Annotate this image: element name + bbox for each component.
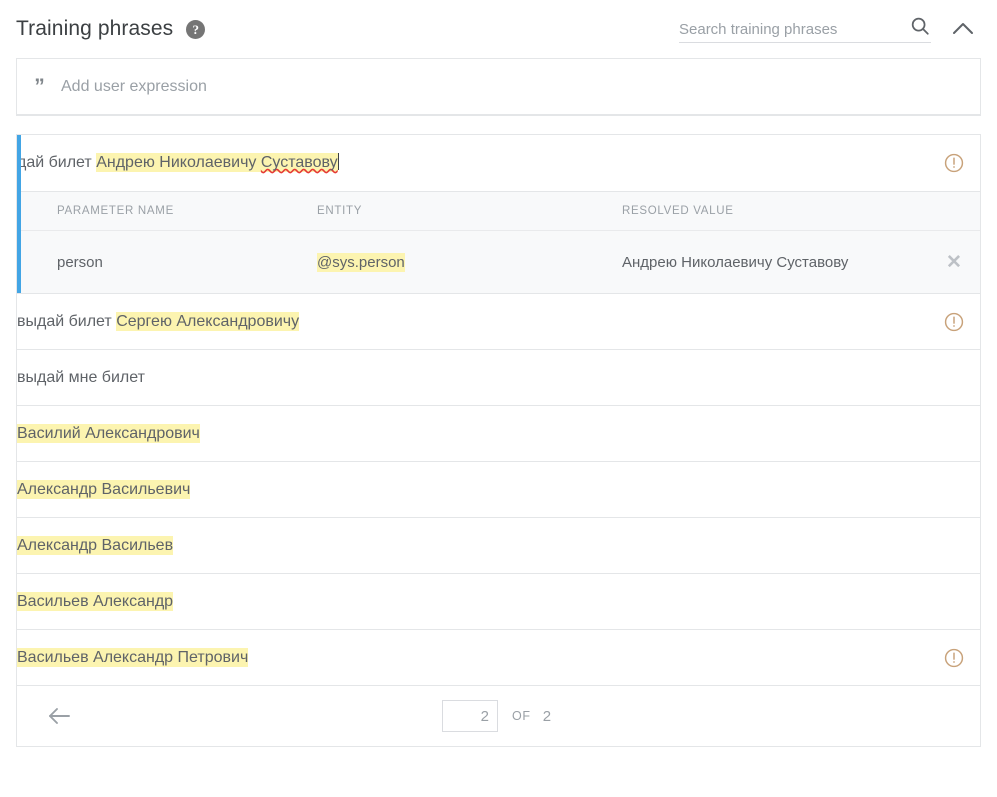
- pagination-bar: OF 2: [17, 686, 980, 746]
- parameter-name-header: PARAMETER NAME: [17, 205, 317, 217]
- parameters-table-header: PARAMETER NAMEENTITYRESOLVED VALUE: [17, 191, 980, 231]
- phrase-plain-text: выдай мне билет: [17, 369, 145, 386]
- training-phrase-list: дай билет Андрею Николаевичу Суставову PA…: [16, 134, 981, 747]
- pagination-controls: OF 2: [73, 700, 920, 732]
- parameters-table-row: person@sys.person Андрею Николаевичу Суст…: [17, 231, 980, 293]
- text-caret: [338, 153, 339, 170]
- search-input[interactable]: [679, 21, 903, 38]
- phrase-entity-misspelled: Суставову: [261, 153, 338, 172]
- resolved-value-text: Андрею Николаевичу Суставову: [622, 252, 852, 273]
- phrase-entity-highlight: Александр Васильев: [17, 536, 173, 555]
- phrase-entity-highlight: Александр Васильевич: [17, 480, 190, 499]
- page-number-input[interactable]: [442, 700, 498, 732]
- phrase-entity-highlight: Васильев Александр: [17, 592, 173, 611]
- pagination-total-pages: 2: [543, 708, 551, 725]
- page-title: Training phrases: [16, 17, 173, 41]
- resolved-value-cell: Андрею Николаевичу Суставову: [622, 252, 928, 273]
- training-phrase-row[interactable]: выдай билет Сергею Александровичу: [17, 294, 980, 350]
- entity-value: @sys.person: [317, 253, 405, 272]
- training-phrase-text[interactable]: Василий Александрович: [17, 423, 928, 445]
- panel-header: Training phrases ?: [0, 0, 997, 58]
- add-user-expression-placeholder: Add user expression: [61, 78, 207, 96]
- add-user-expression-row[interactable]: ” Add user expression: [17, 59, 980, 115]
- training-phrase-text[interactable]: Александр Васильевич: [17, 479, 928, 501]
- search-box[interactable]: [679, 15, 931, 43]
- phrase-plain-text: выдай билет: [17, 313, 116, 330]
- training-phrase-text[interactable]: выдай билет Сергею Александровичу: [17, 311, 928, 333]
- arrow-left-icon[interactable]: [47, 706, 73, 726]
- resolved-value-header: RESOLVED VALUE: [622, 205, 928, 217]
- training-phrase-text[interactable]: Васильев Александр Петрович: [17, 647, 928, 669]
- training-phrase-text[interactable]: выдай мне билет: [17, 367, 928, 389]
- phrase-entity-highlight: Василий Александрович: [17, 424, 200, 443]
- training-phrase-group-expanded: дай билет Андрею Николаевичу Суставову PA…: [17, 135, 980, 294]
- panel-gap: [0, 116, 997, 134]
- remove-parameter-button[interactable]: ✕: [928, 251, 980, 274]
- help-circle-icon[interactable]: ?: [186, 20, 205, 39]
- entity-cell[interactable]: @sys.person: [317, 254, 622, 271]
- training-phrase-row[interactable]: выдай мне билет: [17, 350, 980, 406]
- warning-circle-icon[interactable]: [928, 152, 980, 174]
- phrase-entity-highlight: Андрею Николаевичу: [96, 153, 261, 172]
- phrase-plain-text: дай билет: [17, 154, 96, 171]
- warning-circle-icon[interactable]: [928, 647, 980, 669]
- training-phrase-row[interactable]: Васильев Александр Петрович: [17, 630, 980, 686]
- search-icon[interactable]: [909, 15, 931, 37]
- phrase-entity-highlight: Сергею Александровичу: [116, 312, 299, 331]
- warning-circle-icon[interactable]: [928, 311, 980, 333]
- phrase-entity-highlight: Васильев Александр Петрович: [17, 648, 248, 667]
- training-phrase-row[interactable]: Александр Васильевич: [17, 462, 980, 518]
- parameter-name-cell[interactable]: person: [17, 254, 317, 271]
- training-phrase-row[interactable]: Александр Васильев: [17, 518, 980, 574]
- parameters-table: PARAMETER NAMEENTITYRESOLVED VALUEperson…: [17, 191, 980, 293]
- add-expression-panel: ” Add user expression: [16, 58, 981, 116]
- chevron-up-icon[interactable]: [945, 15, 981, 43]
- training-phrase-text[interactable]: Александр Васильев: [17, 535, 928, 557]
- entity-header: ENTITY: [317, 205, 622, 217]
- training-phrase-row[interactable]: дай билет Андрею Николаевичу Суставову: [17, 135, 980, 191]
- training-phrase-row[interactable]: Василий Александрович: [17, 406, 980, 462]
- pagination-of-label: OF: [512, 709, 531, 723]
- quote-icon: ”: [17, 76, 61, 97]
- training-phrase-text[interactable]: Васильев Александр: [17, 591, 928, 613]
- training-phrase-row[interactable]: Васильев Александр: [17, 574, 980, 630]
- training-phrase-text[interactable]: дай билет Андрею Николаевичу Суставову: [17, 152, 928, 174]
